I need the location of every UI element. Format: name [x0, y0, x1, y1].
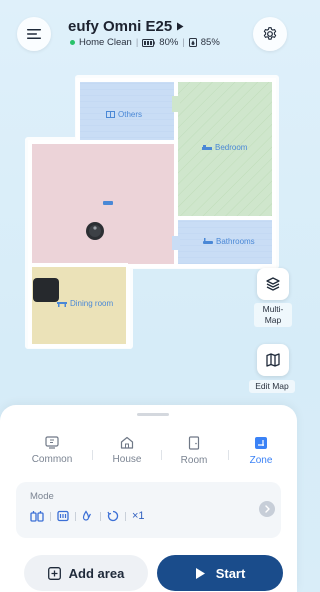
room-label-bathrooms: Bathrooms: [203, 237, 255, 246]
water-level: 85%: [200, 37, 220, 48]
start-button[interactable]: Start: [157, 555, 283, 591]
battery-level: 80%: [159, 37, 179, 48]
sheet-handle[interactable]: [137, 413, 169, 416]
status-text: Home Clean: [79, 37, 132, 48]
room-label-others: Others: [106, 110, 142, 119]
sofa-icon: [103, 201, 113, 205]
multi-map-label: Multi- Map: [254, 303, 292, 327]
room-label-living: [103, 199, 113, 206]
room-label-dining: Dining room: [57, 299, 113, 308]
tab-zone[interactable]: Zone: [231, 436, 291, 466]
water-tank-icon: [188, 38, 197, 47]
zone-icon: [255, 437, 267, 449]
play-icon: [195, 567, 205, 579]
tab-room[interactable]: Room: [164, 436, 224, 466]
door-icon: [188, 436, 200, 450]
house-icon: [120, 436, 134, 449]
water-flow-icon: [82, 510, 91, 521]
room-label-bedroom: Bedroom: [202, 143, 247, 152]
room-type-icon: [106, 111, 115, 118]
device-title[interactable]: eufy Omni E25: [68, 18, 184, 35]
device-status-bar: Home Clean | 80% | 85%: [70, 37, 220, 48]
floor-map[interactable]: [0, 60, 297, 400]
bed-icon: [202, 145, 212, 150]
battery-icon: [142, 38, 156, 47]
tab-common[interactable]: Common: [22, 436, 82, 465]
edit-map-button[interactable]: [257, 344, 289, 376]
dock-icon: [33, 278, 59, 302]
menu-icon: [27, 29, 41, 39]
tab-house[interactable]: House: [97, 436, 157, 465]
menu-button[interactable]: [17, 17, 51, 51]
vacuum-mop-icon: [30, 511, 44, 522]
status-dot: [70, 40, 75, 45]
mode-title: Mode: [30, 491, 54, 502]
chevron-right-icon: [264, 505, 270, 513]
device-name: eufy Omni E25: [68, 18, 173, 35]
add-icon: [47, 566, 61, 580]
mode-settings-row[interactable]: ×1: [30, 510, 145, 522]
multi-map-button[interactable]: [257, 268, 289, 300]
edit-map-label: Edit Map: [249, 380, 295, 393]
gear-icon: [263, 27, 277, 40]
bathtub-icon: [203, 238, 213, 244]
suction-power-icon: [57, 510, 69, 522]
layers-icon: [266, 277, 280, 291]
mode-details-button[interactable]: [259, 501, 275, 517]
common-icon: [45, 436, 59, 449]
cleaning-route-icon: [107, 510, 119, 522]
settings-button[interactable]: [253, 17, 287, 51]
map-icon: [266, 353, 280, 367]
add-area-button[interactable]: Add area: [24, 555, 148, 591]
play-icon: [177, 22, 184, 31]
cleaning-count: ×1: [132, 510, 145, 522]
table-icon: [57, 302, 67, 307]
